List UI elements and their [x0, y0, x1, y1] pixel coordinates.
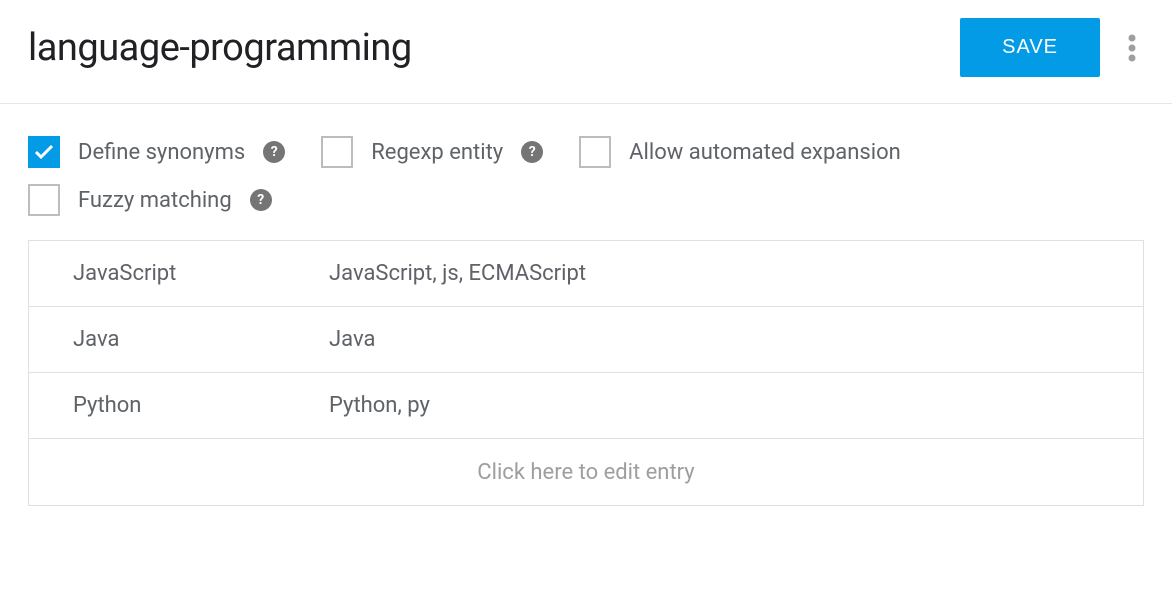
option-label: Define synonyms [78, 140, 245, 165]
checkbox-define-synonyms[interactable] [28, 136, 60, 168]
table-row[interactable]: Java Java [29, 307, 1143, 373]
entry-name: Java [29, 309, 329, 370]
option-label: Regexp entity [371, 140, 503, 165]
entry-synonyms: Java [329, 309, 393, 370]
option-label: Allow automated expansion [629, 140, 901, 165]
entries-section: JavaScript JavaScript, js, ECMAScript Ja… [0, 240, 1172, 506]
help-icon[interactable]: ? [250, 189, 272, 211]
checkbox-regexp-entity[interactable] [321, 136, 353, 168]
options-row: Define synonyms ? Regexp entity ? Allow … [28, 136, 1144, 216]
option-automated-expansion: Allow automated expansion [579, 136, 901, 168]
help-icon[interactable]: ? [263, 141, 285, 163]
option-label: Fuzzy matching [78, 188, 232, 213]
page-title: language-programming [28, 26, 412, 70]
header-actions: SAVE [960, 18, 1144, 77]
table-row[interactable]: JavaScript JavaScript, js, ECMAScript [29, 241, 1143, 307]
checkbox-fuzzy-matching[interactable] [28, 184, 60, 216]
entry-synonyms: JavaScript, js, ECMAScript [329, 243, 604, 304]
entry-name: Python [29, 375, 329, 436]
option-define-synonyms: Define synonyms ? [28, 136, 285, 168]
more-menu-button[interactable] [1120, 24, 1144, 72]
checkbox-automated-expansion[interactable] [579, 136, 611, 168]
check-icon [34, 144, 54, 160]
table-row[interactable]: Python Python, py [29, 373, 1143, 439]
entry-synonyms: Python, py [329, 375, 448, 436]
page-header: language-programming SAVE [0, 0, 1172, 104]
save-button[interactable]: SAVE [960, 18, 1100, 77]
more-vert-icon [1128, 32, 1136, 64]
entry-name: JavaScript [29, 243, 329, 304]
option-fuzzy-matching: Fuzzy matching ? [28, 184, 272, 216]
add-entry-row[interactable]: Click here to edit entry [29, 439, 1143, 505]
entity-options: Define synonyms ? Regexp entity ? Allow … [0, 104, 1172, 240]
entity-table: JavaScript JavaScript, js, ECMAScript Ja… [28, 240, 1144, 506]
option-regexp-entity: Regexp entity ? [321, 136, 543, 168]
help-icon[interactable]: ? [521, 141, 543, 163]
